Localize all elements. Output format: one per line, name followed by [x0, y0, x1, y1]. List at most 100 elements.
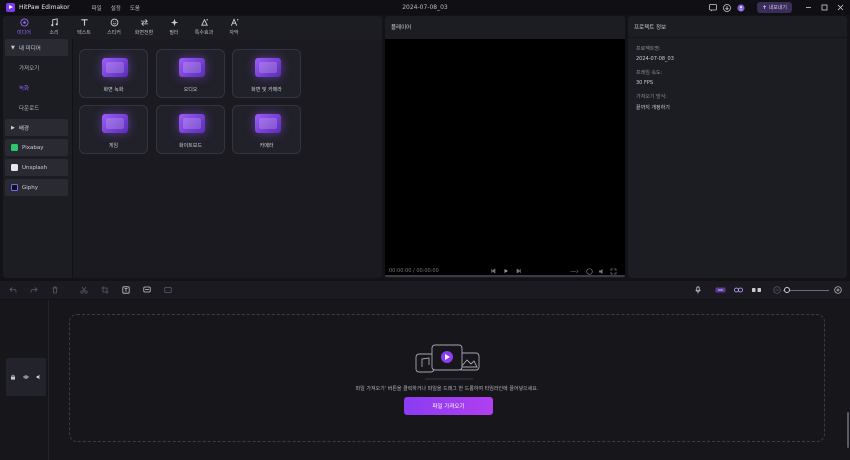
record-card-label: 카메라: [259, 143, 274, 149]
minimize-icon[interactable]: [803, 2, 814, 13]
download-icon[interactable]: [723, 3, 732, 12]
whiteboard-icon: [179, 114, 205, 133]
tab-text-label: 텍스트: [77, 30, 91, 36]
sidebar-item-background[interactable]: ▶ 배경: [5, 119, 68, 136]
crop-icon[interactable]: [100, 286, 109, 295]
record-card-camera[interactable]: 카메라: [232, 105, 301, 154]
project-info-panel: 프로젝트 정보 프로젝트명: 2024-07-08_03 프레임 속도: 30 …: [628, 16, 847, 278]
next-frame-icon[interactable]: [515, 267, 524, 276]
sidebar-item-unsplash[interactable]: Unsplash: [5, 159, 68, 176]
lock-icon[interactable]: [9, 373, 18, 382]
project-info-title: 프로젝트 정보: [628, 16, 847, 38]
record-card-audio[interactable]: 오디오: [156, 49, 225, 98]
volume-icon[interactable]: [597, 267, 606, 276]
zoom-slider-handle[interactable]: [784, 287, 790, 293]
mute-icon[interactable]: [35, 373, 44, 382]
close-icon[interactable]: [835, 2, 846, 13]
previous-frame-icon[interactable]: [489, 267, 498, 276]
sidebar-item-download[interactable]: 다운로드: [5, 99, 68, 116]
timeline: 파일 가져오기' 버튼을 클릭하거나 파일을 드래그 한 드롭하여 타임라인에 …: [0, 300, 850, 460]
zoom-in-icon[interactable]: [833, 286, 842, 295]
fullscreen-icon[interactable]: [609, 267, 618, 276]
media-icon: [19, 18, 29, 27]
feedback-icon[interactable]: [709, 3, 718, 12]
record-card-screen[interactable]: 화면 녹화: [79, 49, 148, 98]
tab-media[interactable]: 미디어: [9, 17, 39, 38]
sidebar-item-label: Pixabay: [22, 144, 44, 151]
player-controls: 00:00:00 / 00:00:00: [385, 264, 625, 278]
game-record-icon: [102, 114, 128, 133]
subtitle-icon: [230, 18, 238, 26]
redo-icon[interactable]: [29, 286, 38, 295]
tab-subtitle[interactable]: 자막: [219, 17, 249, 38]
maximize-icon[interactable]: [819, 2, 830, 13]
tab-filter[interactable]: 필터: [159, 17, 189, 38]
record-card-whiteboard[interactable]: 화이트보드: [156, 105, 225, 154]
split-toggle-icon[interactable]: [750, 286, 762, 295]
player-title: 플레이어: [391, 25, 412, 31]
camera-icon: [255, 114, 281, 133]
title-bar: HitPaw Edimakor 파일 설정 도움 2024-07-08_03 내…: [0, 0, 850, 15]
sidebar-item-pixabay[interactable]: Pixabay: [5, 139, 68, 156]
microphone-icon[interactable]: [693, 286, 702, 295]
app-logo-icon: [6, 3, 15, 12]
sidebar-item-my-media[interactable]: ▼ 내 미디어: [5, 39, 68, 56]
media-files-illustration-icon: [415, 344, 480, 380]
tab-effect[interactable]: 특수효과: [189, 17, 219, 38]
tab-subtitle-label: 자막: [229, 30, 239, 36]
media-panel: 미디어 소리 텍스트 스티커 화면전환 필터 특수효과 자막 ▼ 내 미디어 가…: [3, 16, 382, 278]
sidebar-item-import[interactable]: 가져오기: [5, 59, 68, 76]
sidebar-item-label: 녹화: [19, 85, 30, 92]
timeline-toolbar: [0, 281, 850, 299]
record-card-label: 오디오: [183, 87, 198, 93]
export-frame-icon[interactable]: [163, 286, 172, 295]
tab-audio[interactable]: 소리: [39, 17, 69, 38]
delete-icon[interactable]: [50, 286, 59, 295]
record-card-label: 화이트보드: [178, 143, 202, 149]
menu-file[interactable]: 파일: [92, 4, 102, 12]
snap-toggle-icon[interactable]: [714, 286, 726, 295]
effect-icon: [200, 18, 208, 26]
menu-settings[interactable]: 설정: [111, 4, 121, 12]
sticker-icon: [110, 18, 118, 27]
text-tool-icon[interactable]: [121, 286, 130, 295]
record-card-game[interactable]: 게임: [79, 105, 148, 154]
aspect-ratio-icon[interactable]: [570, 267, 579, 276]
player-panel: 플레이어 00:00:00 / 00:00:00: [385, 16, 625, 278]
vertical-scrollbar[interactable]: [847, 412, 849, 448]
link-toggle-icon[interactable]: [732, 286, 744, 295]
frame-rate-key: 프레임 속도:: [636, 70, 663, 76]
screen-record-icon: [102, 58, 128, 77]
zoom-out-icon[interactable]: [772, 286, 781, 295]
export-label: 내보내기: [768, 5, 787, 11]
tab-audio-label: 소리: [49, 30, 59, 36]
visibility-icon[interactable]: [22, 373, 31, 382]
export-button[interactable]: 내보내기: [756, 2, 792, 13]
undo-icon[interactable]: [8, 286, 17, 295]
filter-icon: [170, 18, 178, 27]
account-icon[interactable]: [737, 3, 746, 12]
menu-bar: 파일 설정 도움: [92, 4, 140, 12]
sidebar-item-giphy[interactable]: Giphy: [5, 179, 68, 196]
tab-sticker[interactable]: 스티커: [99, 17, 129, 38]
chevron-right-icon: ▶: [11, 124, 15, 131]
snapshot-icon[interactable]: [585, 267, 594, 276]
cut-icon[interactable]: [79, 286, 88, 295]
play-icon[interactable]: [502, 267, 511, 276]
import-file-button[interactable]: 파일 가져오기: [404, 397, 493, 415]
unsplash-icon: [11, 164, 18, 171]
tab-transition[interactable]: 화면전환: [129, 17, 159, 38]
record-card-label: 화면 녹화: [103, 87, 124, 93]
menu-help[interactable]: 도움: [130, 4, 140, 12]
pixabay-icon: [11, 144, 18, 151]
record-card-screen-camera[interactable]: 화면 및 카메라: [232, 49, 301, 98]
timeline-dropzone[interactable]: 파일 가져오기' 버튼을 클릭하거나 파일을 드래그 한 드롭하여 타임라인에 …: [69, 314, 825, 442]
preview-screen[interactable]: [385, 39, 625, 275]
tab-text[interactable]: 텍스트: [69, 17, 99, 38]
sidebar-item-label: 배경: [18, 125, 29, 132]
tab-media-label: 미디어: [17, 30, 31, 36]
subtitle-tool-icon[interactable]: [142, 286, 151, 295]
sidebar-item-label: 내 미디어: [18, 45, 41, 52]
sidebar-item-record[interactable]: 녹화: [5, 79, 68, 96]
zoom-slider[interactable]: [783, 286, 829, 294]
